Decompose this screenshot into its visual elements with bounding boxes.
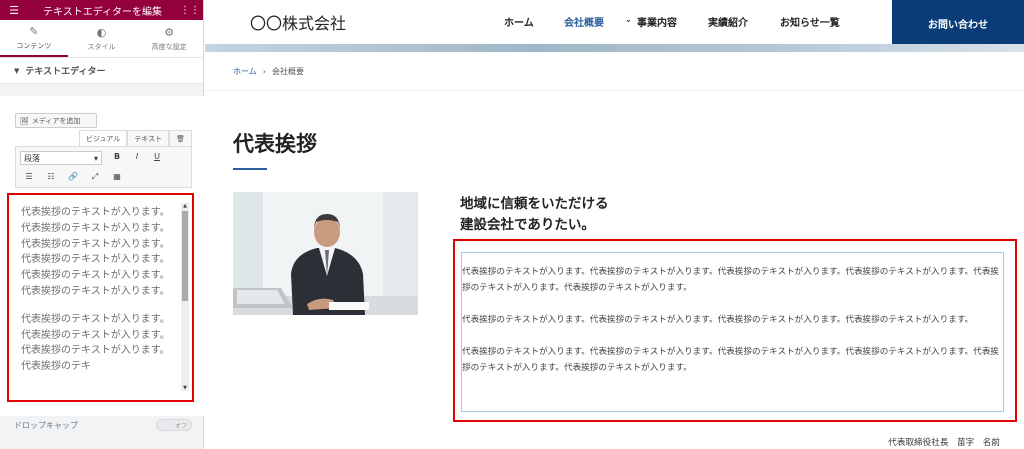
section-title: テキストエディター bbox=[25, 67, 106, 77]
bold-icon[interactable]: B bbox=[110, 152, 124, 161]
greeting-heading: 地域に信頼をいただける 建設会社でありたい。 bbox=[460, 194, 609, 236]
selected-text-widget[interactable]: 代表挨拶のテキストが入ります。代表挨拶のテキストが入ります。代表挨拶のテキストが… bbox=[453, 239, 1017, 422]
nav-business[interactable]: 事業内容 bbox=[637, 14, 677, 29]
link-icon[interactable]: 🔗 bbox=[66, 172, 80, 181]
tab-advanced[interactable]: ⚙ 高度な設定 bbox=[135, 20, 203, 57]
media-icon: 🖼 bbox=[20, 116, 29, 125]
chevron-down-icon[interactable]: ⌄ bbox=[625, 15, 632, 24]
hero-banner bbox=[205, 44, 1024, 52]
scroll-up-icon[interactable]: ▲ bbox=[181, 203, 189, 209]
panel-tabs: ✎ コンテンツ ◐ スタイル ⚙ 高度な設定 bbox=[0, 20, 203, 58]
breadcrumb: ホーム › 会社概要 bbox=[233, 66, 304, 77]
heading-line: 建設会社でありたい。 bbox=[460, 217, 595, 233]
panel-title: テキストエディターを編集 bbox=[43, 6, 162, 18]
site-logo[interactable]: 〇〇株式会社 bbox=[250, 10, 346, 34]
format-select[interactable]: 段落 ▾ bbox=[20, 151, 102, 165]
editor-textarea[interactable]: 代表挨拶のテキストが入ります。代表挨拶のテキストが入ります。代表挨拶のテキストが… bbox=[7, 193, 194, 402]
body-paragraph: 代表挨拶のテキストが入ります。代表挨拶のテキストが入ります。代表挨拶のテキストが… bbox=[462, 315, 974, 325]
gear-icon: ⚙ bbox=[164, 25, 175, 39]
chevron-right-icon: › bbox=[262, 67, 266, 76]
editor-panel: ☰ テキストエディターを編集 ⋮⋮ ✎ コンテンツ ◐ スタイル ⚙ 高度な設定… bbox=[0, 0, 204, 449]
signature: 代表取締役社長 苗字 名前 bbox=[888, 438, 1000, 448]
nav-company[interactable]: 会社概要 bbox=[564, 14, 604, 29]
breadcrumb-home[interactable]: ホーム bbox=[233, 66, 257, 77]
add-media-label: メディアを追加 bbox=[31, 116, 81, 125]
caret-down-icon: ▼ bbox=[14, 66, 20, 75]
dropcap-toggle[interactable]: オフ bbox=[156, 419, 192, 431]
tab-label: 高度な設定 bbox=[151, 42, 187, 51]
format-select-value: 段落 bbox=[24, 153, 40, 163]
site-preview: 〇〇株式会社 ホーム 会社概要 ⌄ 事業内容 実績紹介 お知らせ一覧 お問い合わ… bbox=[205, 0, 1024, 449]
numbered-list-icon[interactable]: ☷ bbox=[44, 172, 58, 181]
toolbar-toggle-icon[interactable]: ▦ bbox=[110, 172, 124, 181]
nav-home[interactable]: ホーム bbox=[504, 14, 534, 29]
scroll-down-icon[interactable]: ▼ bbox=[181, 385, 189, 391]
half-circle-icon: ◐ bbox=[96, 25, 107, 39]
dropcap-control: ドロップキャップ オフ bbox=[0, 415, 204, 435]
text-editor-control: 🖼 メディアを追加 ビジュアル テキスト 🗑 段落 ▾ B I U ☰ ☷ 🔗 … bbox=[0, 96, 204, 416]
contact-label: お問い合わせ bbox=[928, 20, 988, 31]
nav-news[interactable]: お知らせ一覧 bbox=[780, 14, 840, 29]
tab-text[interactable]: テキスト bbox=[127, 130, 170, 146]
page-title: 代表挨拶 bbox=[233, 132, 317, 156]
menu-icon[interactable]: ☰ bbox=[0, 4, 28, 17]
editor-toolbar: 段落 ▾ B I U ☰ ☷ 🔗 ⤢ ▦ bbox=[15, 146, 192, 188]
section-toggle[interactable]: ▼ テキストエディター bbox=[0, 58, 203, 84]
bullet-list-icon[interactable]: ☰ bbox=[22, 172, 36, 181]
text-editor-widget[interactable]: 代表挨拶のテキストが入ります。代表挨拶のテキストが入ります。代表挨拶のテキストが… bbox=[461, 252, 1004, 412]
tab-visual[interactable]: ビジュアル bbox=[79, 130, 128, 146]
tab-style[interactable]: ◐ スタイル bbox=[68, 20, 136, 57]
editor-paragraph: 代表挨拶のテキストが入ります。代表挨拶のテキストが入ります。代表挨拶のテキストが… bbox=[21, 207, 170, 297]
nav-works[interactable]: 実績紹介 bbox=[708, 14, 748, 29]
breadcrumb-current: 会社概要 bbox=[271, 67, 304, 76]
tab-label: コンテンツ bbox=[16, 41, 52, 50]
chevron-down-icon: ▾ bbox=[93, 153, 98, 163]
editor-mode-tabs: ビジュアル テキスト 🗑 bbox=[79, 130, 192, 146]
italic-icon[interactable]: I bbox=[130, 152, 144, 161]
tab-content[interactable]: ✎ コンテンツ bbox=[0, 20, 68, 57]
add-media-button[interactable]: 🖼 メディアを追加 bbox=[15, 113, 97, 128]
panel-header: ☰ テキストエディターを編集 ⋮⋮ bbox=[0, 0, 203, 20]
tab-label: スタイル bbox=[87, 42, 116, 51]
body-paragraph: 代表挨拶のテキストが入ります。代表挨拶のテキストが入ります。代表挨拶のテキストが… bbox=[462, 267, 999, 293]
pencil-icon: ✎ bbox=[29, 24, 39, 38]
trash-icon[interactable]: 🗑 bbox=[169, 130, 192, 146]
site-header: 〇〇株式会社 ホーム 会社概要 ⌄ 事業内容 実績紹介 お知らせ一覧 お問い合わ… bbox=[205, 0, 1024, 47]
editor-scrollbar[interactable]: ▲ ▼ bbox=[181, 203, 189, 391]
ceo-photo bbox=[233, 192, 418, 315]
divider bbox=[205, 90, 1024, 91]
scroll-thumb[interactable] bbox=[182, 211, 188, 301]
fullscreen-icon[interactable]: ⤢ bbox=[88, 172, 102, 182]
widgets-grid-icon[interactable]: ⋮⋮ bbox=[177, 5, 203, 16]
dropcap-toggle-label: オフ bbox=[174, 422, 187, 430]
underline-icon[interactable]: U bbox=[150, 152, 164, 161]
title-underline bbox=[233, 168, 267, 170]
editor-paragraph: 代表挨拶のテキストが入ります。代表挨拶のテキストが入ります。代表挨拶のテキストが… bbox=[21, 313, 170, 373]
heading-line: 地域に信頼をいただける bbox=[460, 196, 609, 212]
dropcap-label: ドロップキャップ bbox=[14, 420, 78, 430]
body-paragraph: 代表挨拶のテキストが入ります。代表挨拶のテキストが入ります。代表挨拶のテキストが… bbox=[462, 347, 999, 373]
contact-button[interactable]: お問い合わせ bbox=[892, 0, 1024, 47]
